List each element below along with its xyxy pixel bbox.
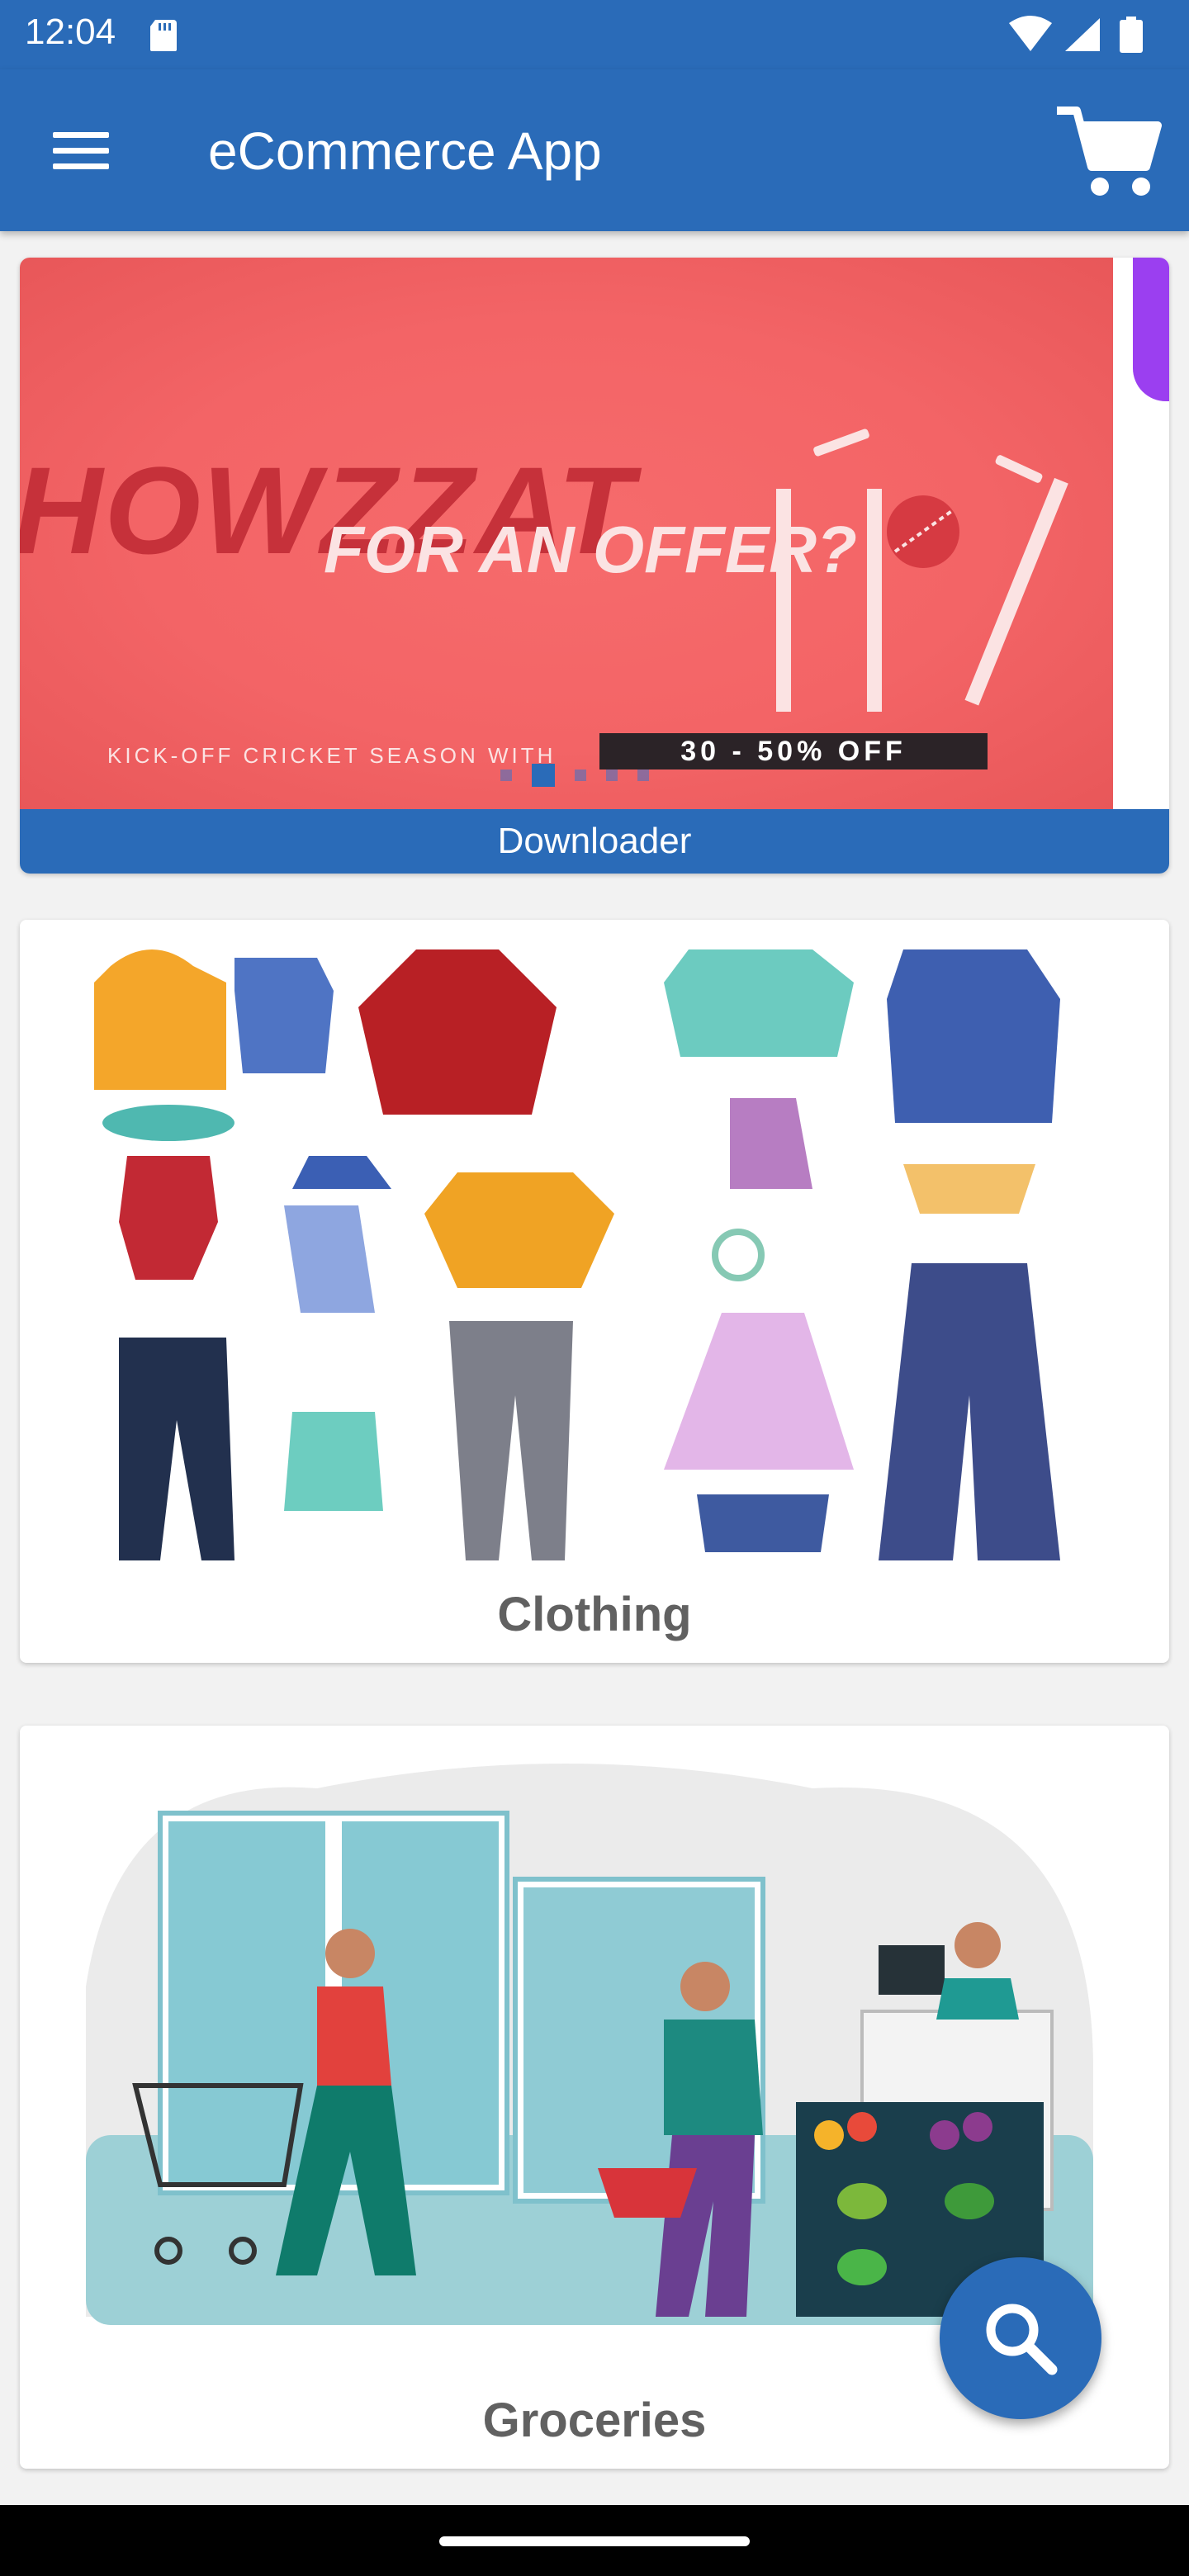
battery-icon — [1120, 17, 1143, 53]
banner-caption: Downloader — [20, 809, 1169, 874]
category-label-clothing: Clothing — [497, 1588, 692, 1641]
cricket-stumps-illustration — [776, 429, 1068, 712]
wifi-icon — [1009, 16, 1052, 51]
search-icon — [986, 2304, 1058, 2375]
carousel-dot[interactable] — [500, 769, 512, 781]
system-status-icons — [1009, 16, 1143, 53]
search-fab[interactable] — [940, 2257, 1101, 2419]
category-card-clothing[interactable]: Clothing — [20, 920, 1169, 1663]
clothing-illustration — [94, 949, 1060, 1560]
banner-next-slide-peek[interactable] — [1113, 258, 1169, 809]
carousel-dot[interactable] — [637, 769, 649, 781]
status-bar: 12:04 — [0, 0, 1189, 69]
banner-discount: 30 - 50% OFF — [599, 733, 988, 769]
status-time: 12:04 — [25, 12, 116, 52]
home-gesture-handle[interactable] — [439, 2536, 750, 2546]
app-title: eCommerce App — [208, 121, 602, 181]
banner-tagline: KICK-OFF CRICKET SEASON WITH — [107, 743, 557, 768]
carousel-indicators — [500, 763, 649, 788]
sd-card-icon — [150, 20, 177, 51]
promo-carousel[interactable]: HOWZZAT FOR AN OFFER? KICK-OFF CRICKET S… — [20, 258, 1169, 874]
banner-slide-cricket[interactable]: HOWZZAT FOR AN OFFER? KICK-OFF CRICKET S… — [20, 258, 1113, 809]
carousel-dot[interactable] — [606, 769, 618, 781]
system-nav-bar — [0, 2505, 1189, 2576]
carousel-dot[interactable] — [575, 769, 586, 781]
cart-icon[interactable] — [1054, 102, 1164, 201]
carousel-dot-active[interactable] — [532, 764, 555, 787]
app-bar: eCommerce App — [0, 69, 1189, 231]
menu-icon[interactable] — [41, 119, 121, 182]
signal-icon — [1065, 18, 1100, 51]
